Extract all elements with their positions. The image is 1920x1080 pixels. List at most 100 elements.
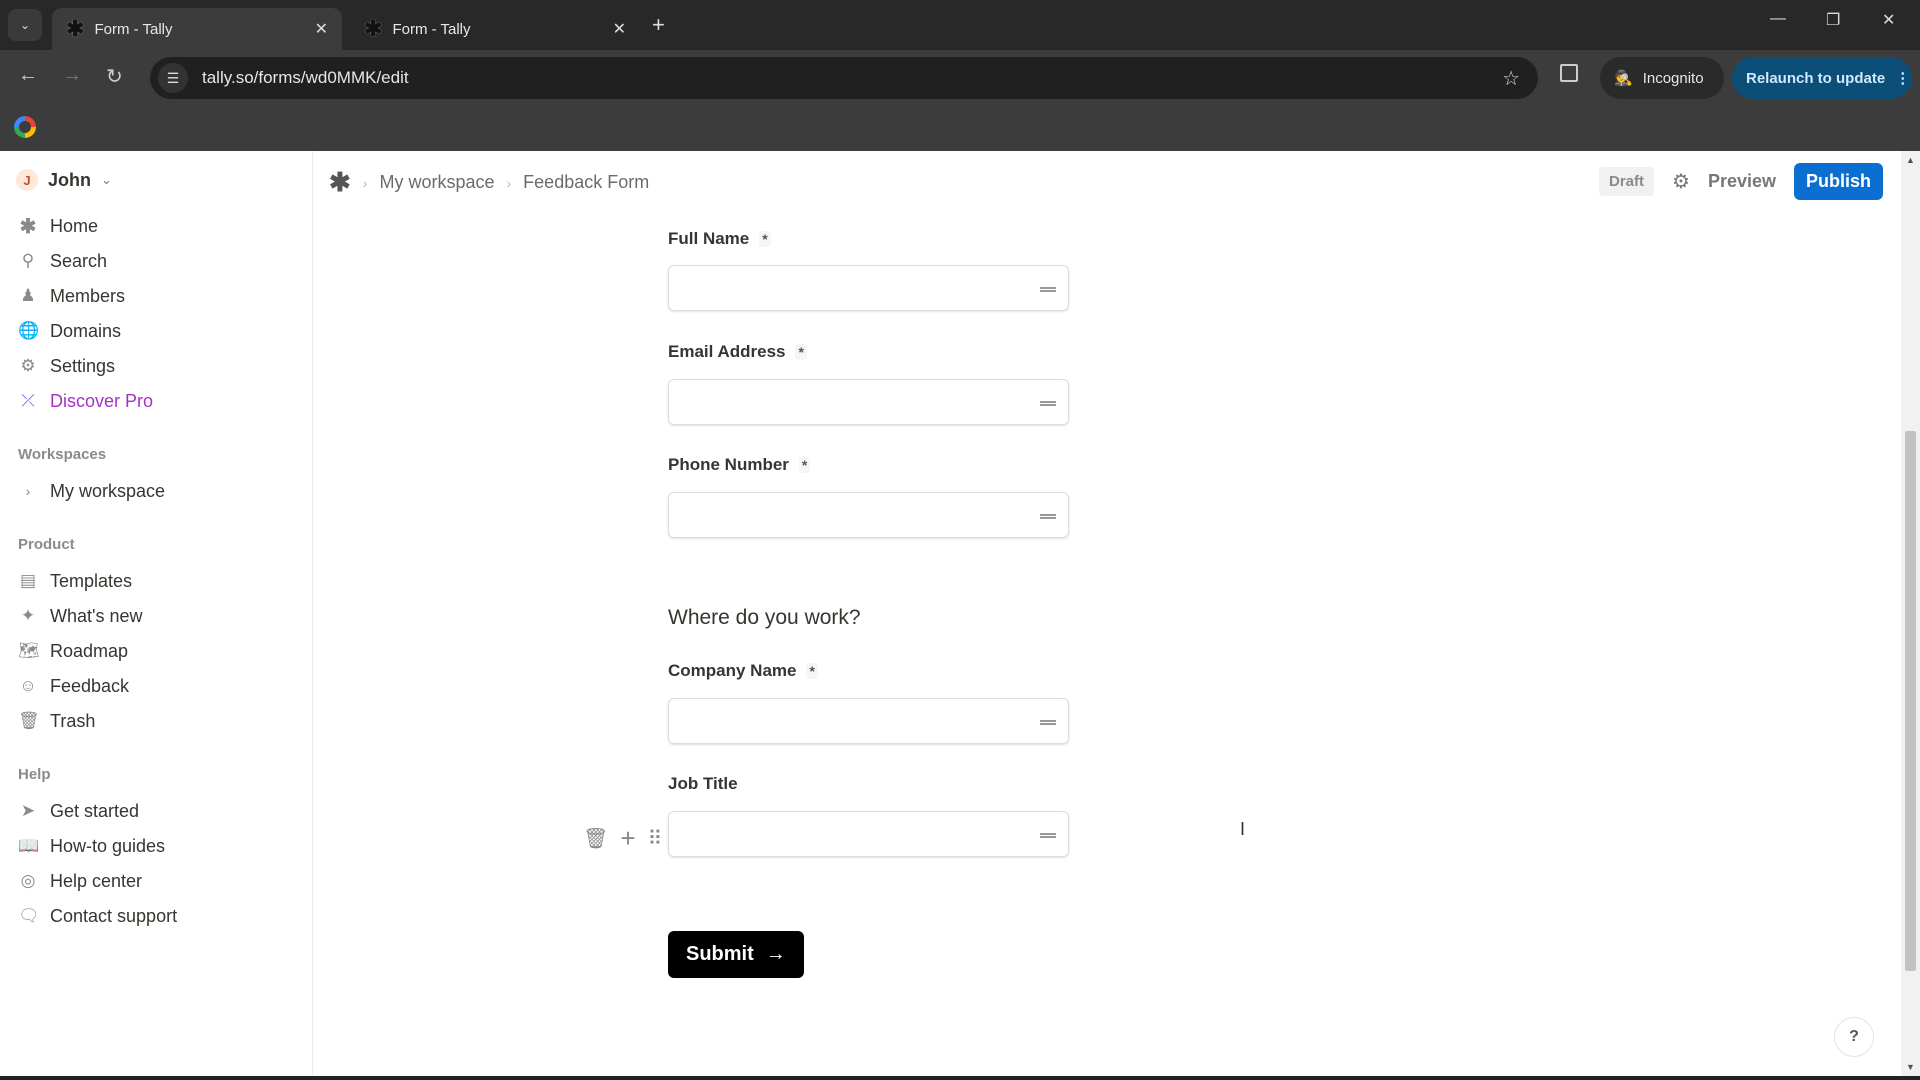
submit-label: Submit — [686, 943, 754, 965]
breadcrumb-workspace[interactable]: My workspace — [379, 172, 494, 193]
user-menu[interactable]: J John ⌄ — [16, 169, 112, 191]
book-icon: 📖 — [18, 836, 40, 855]
full-name-input[interactable] — [668, 265, 1069, 311]
sidebar-item-settings[interactable]: ⚙ Settings — [18, 351, 115, 381]
browser-tab-1[interactable]: ✱ Form - Tally ✕ — [52, 8, 342, 50]
sidebar-item-label: Search — [50, 250, 108, 271]
scroll-down-icon[interactable]: ▼ — [1906, 1062, 1915, 1072]
incognito-icon: 🕵 — [1614, 70, 1633, 87]
back-icon[interactable]: ← — [18, 64, 38, 87]
sidebar-item-whats-new[interactable]: ✦ What's new — [18, 601, 143, 631]
sidebar-item-templates[interactable]: ▤ Templates — [18, 566, 132, 596]
workspaces-heading: Workspaces — [18, 446, 107, 463]
tab-strip: ⌄ ✱ Form - Tally ✕ ✱ Form - Tally ✕ + — … — [0, 0, 1920, 50]
close-tab-icon[interactable]: ✕ — [315, 19, 328, 39]
workspace-item[interactable]: › My workspace — [18, 476, 165, 506]
sidebar-item-trash[interactable]: 🗑 Trash — [18, 706, 95, 736]
resize-handle-icon[interactable] — [1040, 833, 1056, 838]
restore-icon[interactable]: ❐ — [1826, 10, 1840, 30]
sidebar-item-label: Feedback — [50, 675, 130, 696]
help-button[interactable]: ? — [1834, 1017, 1874, 1057]
breadcrumb-form[interactable]: Feedback Form — [523, 172, 649, 193]
new-tab-icon[interactable]: + — [652, 12, 665, 38]
label-text: Full Name — [668, 229, 750, 248]
bookmark-star-icon[interactable]: ☆ — [1502, 66, 1520, 91]
sidebar-item-contact-support[interactable]: 🗨 Contact support — [18, 901, 177, 931]
more-menu-icon[interactable]: ⋮ — [1895, 69, 1910, 87]
trash-icon[interactable]: 🗑 — [583, 826, 608, 851]
arrow-right-icon: → — [765, 943, 786, 965]
publish-button[interactable]: Publish — [1793, 163, 1883, 200]
close-window-icon[interactable]: ✕ — [1882, 10, 1895, 30]
resize-handle-icon[interactable] — [1040, 401, 1056, 406]
label-text: Job Title — [668, 774, 738, 793]
url-text[interactable]: tally.so/forms/wd0MMK/edit — [202, 68, 409, 88]
scrollbar[interactable]: ▲ ▼ — [1901, 151, 1920, 1080]
close-tab-icon[interactable]: ✕ — [613, 19, 626, 39]
incognito-badge[interactable]: 🕵 Incognito — [1600, 57, 1724, 99]
required-mark: * — [798, 457, 811, 473]
email-input[interactable] — [668, 379, 1069, 425]
sidebar-item-domains[interactable]: 🌐 Domains — [18, 316, 121, 346]
resize-handle-icon[interactable] — [1040, 720, 1056, 725]
field-label-phone[interactable]: Phone Number * — [668, 455, 811, 475]
sidebar-item-members[interactable]: ♟ Members — [18, 281, 125, 311]
chevron-down-icon: ⌄ — [101, 172, 112, 187]
side-panel-icon[interactable] — [1560, 64, 1578, 82]
sidebar-item-feedback[interactable]: ☺ Feedback — [18, 671, 129, 701]
sidebar-item-label: Get started — [50, 800, 140, 821]
block-toolbar: 🗑 + ⠿ — [583, 823, 662, 854]
sidebar-item-how-to-guides[interactable]: 📖 How-to guides — [18, 831, 165, 861]
forward-icon[interactable]: → — [62, 64, 82, 87]
field-label-job-title[interactable]: Job Title — [668, 774, 738, 794]
scroll-thumb[interactable] — [1905, 431, 1916, 971]
relaunch-label: Relaunch to update — [1746, 69, 1886, 87]
resize-handle-icon[interactable] — [1040, 514, 1056, 519]
lightning-icon: ⤫ — [21, 391, 35, 410]
relaunch-button[interactable]: Relaunch to update ⋮ — [1732, 57, 1912, 99]
reload-icon[interactable]: ↻ — [106, 64, 123, 89]
browser-chrome: ⌄ ✱ Form - Tally ✕ ✱ Form - Tally ✕ + — … — [0, 0, 1920, 151]
status-badge: Draft — [1598, 167, 1654, 196]
tally-asterisk-icon: ✱ — [19, 215, 37, 238]
sidebar-item-discover-pro[interactable]: ⤫ Discover Pro — [18, 386, 153, 416]
chevron-right-icon[interactable]: › — [18, 483, 38, 499]
tab-search-button[interactable]: ⌄ — [8, 9, 42, 41]
preview-button[interactable]: Preview — [1708, 171, 1776, 192]
field-label-email[interactable]: Email Address * — [668, 342, 807, 362]
sidebar-item-label: Home — [50, 215, 99, 236]
field-label-full-name[interactable]: Full Name * — [668, 229, 771, 249]
plus-icon[interactable]: + — [620, 823, 635, 854]
sidebar-item-search[interactable]: ⚲ Search — [18, 246, 107, 276]
bookmarks-bar — [0, 106, 1920, 151]
avatar: J — [16, 169, 38, 191]
submit-button[interactable]: Submit → — [668, 931, 804, 978]
phone-input[interactable] — [668, 492, 1069, 538]
company-input[interactable] — [668, 698, 1069, 744]
workspace-label: My workspace — [50, 480, 166, 501]
address-bar[interactable]: ☰ tally.so/forms/wd0MMK/edit ☆ — [150, 57, 1538, 99]
sidebar-item-label: Domains — [50, 320, 122, 341]
sidebar-item-home[interactable]: ✱ Home — [18, 211, 98, 241]
scroll-up-icon[interactable]: ▲ — [1906, 155, 1915, 165]
sidebar-item-roadmap[interactable]: 🗺 Roadmap — [18, 636, 128, 666]
resize-handle-icon[interactable] — [1040, 287, 1056, 292]
job-title-input[interactable] — [668, 811, 1069, 857]
trash-icon: 🗑 — [18, 711, 40, 730]
site-info-icon[interactable]: ☰ — [158, 63, 188, 93]
section-text[interactable]: Where do you work? — [668, 606, 861, 630]
tally-logo-icon[interactable]: ✱ — [329, 167, 351, 198]
field-label-company[interactable]: Company Name * — [668, 661, 818, 681]
required-mark: * — [806, 663, 818, 679]
minimize-icon[interactable]: — — [1770, 10, 1786, 28]
gear-icon[interactable]: ⚙ — [1672, 169, 1690, 194]
sidebar-item-get-started[interactable]: ➤ Get started — [18, 796, 139, 826]
drag-handle-icon[interactable]: ⠿ — [648, 826, 663, 851]
browser-tab-2[interactable]: ✱ Form - Tally ✕ — [350, 8, 640, 50]
sidebar-item-label: Trash — [50, 710, 96, 731]
nav-bar: ← → ↻ ☰ tally.so/forms/wd0MMK/edit ☆ 🕵 I… — [0, 50, 1920, 106]
google-bookmark-icon[interactable] — [14, 116, 36, 138]
sidebar-item-label: Roadmap — [50, 640, 129, 661]
members-icon: ♟ — [20, 286, 36, 305]
sidebar-item-help-center[interactable]: ◎ Help center — [18, 866, 142, 896]
